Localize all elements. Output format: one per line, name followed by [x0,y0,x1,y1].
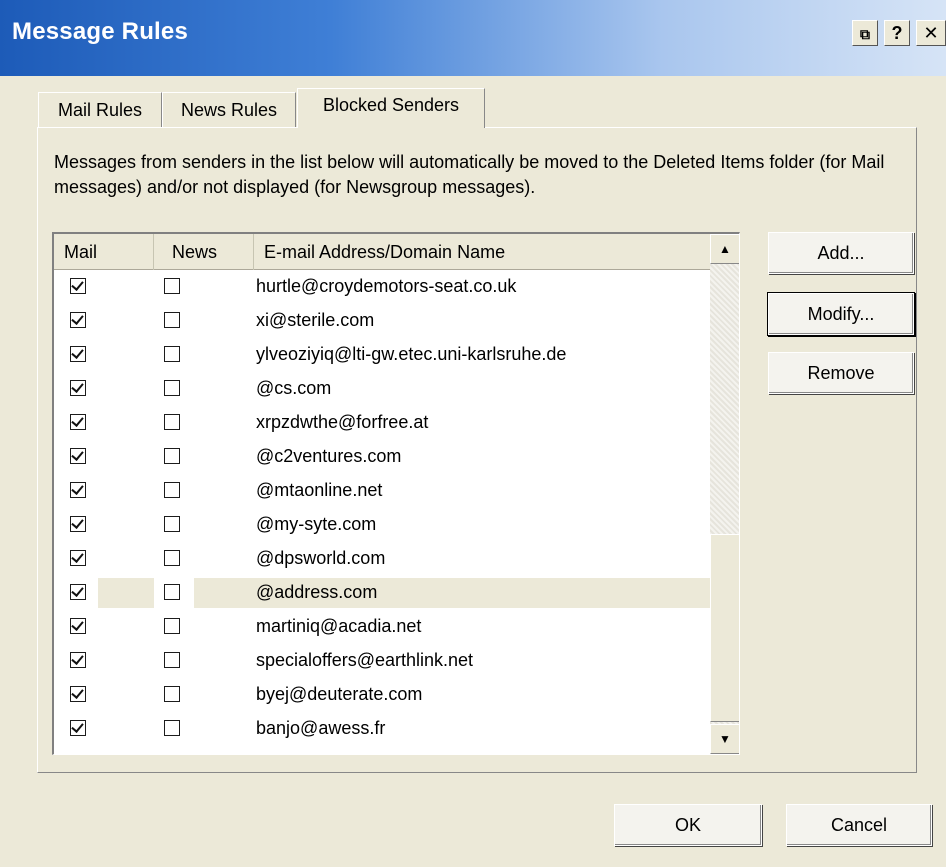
sender-address: hurtle@croydemotors-seat.co.uk [256,276,517,296]
mail-checkbox[interactable] [70,414,86,430]
cancel-button[interactable]: Cancel [786,804,932,846]
scroll-thumb[interactable] [710,534,739,722]
list-header: Mail News E-mail Address/Domain Name [54,234,710,270]
sender-address: xrpzdwthe@forfree.at [256,412,429,432]
mail-checkbox[interactable] [70,346,86,362]
list-item[interactable]: @address.com [54,576,710,610]
mail-checkbox[interactable] [70,652,86,668]
news-checkbox[interactable] [164,516,180,532]
column-header-news[interactable]: News [154,234,254,270]
news-checkbox[interactable] [164,584,180,600]
tab-mail-rules[interactable]: Mail Rules [38,92,162,128]
mail-checkbox[interactable] [70,618,86,634]
sender-address: @cs.com [256,378,332,398]
mail-checkbox[interactable] [70,550,86,566]
row-selection-highlight [98,578,154,608]
sender-address: byej@deuterate.com [256,684,423,704]
list-item[interactable]: @mtaonline.net [54,474,710,508]
news-checkbox[interactable] [164,448,180,464]
help-icon: ? [891,23,903,43]
sender-address: @mtaonline.net [256,480,383,500]
news-checkbox[interactable] [164,312,180,328]
mail-checkbox[interactable] [70,516,86,532]
mail-checkbox[interactable] [70,448,86,464]
list-item[interactable]: byej@deuterate.com [54,678,710,712]
sender-address: @dpsworld.com [256,548,386,568]
list-item[interactable]: xrpzdwthe@forfree.at [54,406,710,440]
mail-checkbox[interactable] [70,686,86,702]
news-checkbox[interactable] [164,278,180,294]
mail-checkbox[interactable] [70,720,86,736]
list-item[interactable]: @my-syte.com [54,508,710,542]
list-item[interactable]: xi@sterile.com [54,304,710,338]
sender-address: martiniq@acadia.net [256,616,422,636]
mail-checkbox[interactable] [70,278,86,294]
news-checkbox[interactable] [164,482,180,498]
mail-checkbox[interactable] [70,312,86,328]
list-item[interactable]: ylveoziyiq@lti-gw.etec.uni-karlsruhe.de [54,338,710,372]
tab-news-rules[interactable]: News Rules [162,92,296,128]
news-checkbox[interactable] [164,720,180,736]
column-header-mail[interactable]: Mail [54,234,154,270]
arrow-up-icon: ▲ [719,242,731,256]
tab-label: Blocked Senders [322,95,460,115]
arrow-down-icon: ▼ [719,732,731,746]
window-title: Message Rules [12,18,189,45]
title-bar: Message Rules ⧉ ? ✕ [0,0,946,76]
list-item[interactable]: @dpsworld.com [54,542,710,576]
news-checkbox[interactable] [164,652,180,668]
close-button[interactable]: ✕ [916,20,946,46]
sender-address: ylveoziyiq@lti-gw.etec.uni-karlsruhe.de [256,344,567,364]
panel-description: Messages from senders in the list below … [54,152,885,197]
tab-label: Mail Rules [57,100,143,120]
news-checkbox[interactable] [164,686,180,702]
news-checkbox[interactable] [164,346,180,362]
pin-icon: ⧉ [860,26,870,42]
sender-address: @c2ventures.com [256,446,402,466]
sender-address: banjo@awess.fr [256,718,386,738]
list-item[interactable]: martiniq@acadia.net [54,610,710,644]
tab-blocked-senders[interactable]: Blocked Senders [297,88,485,128]
column-header-address[interactable]: E-mail Address/Domain Name [254,234,710,270]
list-item[interactable]: @cs.com [54,372,710,406]
news-checkbox[interactable] [164,550,180,566]
news-checkbox[interactable] [164,414,180,430]
tab-label: News Rules [180,100,278,120]
mail-checkbox[interactable] [70,380,86,396]
list-item[interactable]: hurtle@croydemotors-seat.co.uk [54,270,710,304]
close-icon: ✕ [923,23,939,43]
news-checkbox[interactable] [164,380,180,396]
sender-address: @address.com [256,582,378,602]
list-item[interactable]: @c2ventures.com [54,440,710,474]
mail-checkbox[interactable] [70,482,86,498]
scroll-down-button[interactable]: ▼ [710,724,739,754]
pin-button[interactable]: ⧉ [852,20,878,46]
news-checkbox[interactable] [164,618,180,634]
scroll-up-button[interactable]: ▲ [710,234,739,264]
list-item[interactable]: banjo@awess.fr [54,712,710,746]
vertical-scrollbar[interactable]: ▲ ▼ [710,234,739,754]
blocked-senders-list[interactable]: Mail News E-mail Address/Domain Name hur… [52,232,740,755]
mail-checkbox[interactable] [70,584,86,600]
sender-address: specialoffers@earthlink.net [256,650,474,670]
ok-button[interactable]: OK [614,804,762,846]
sender-address: xi@sterile.com [256,310,375,330]
list-item[interactable]: specialoffers@earthlink.net [54,644,710,678]
sender-address: @my-syte.com [256,514,377,534]
help-button[interactable]: ? [884,20,910,46]
